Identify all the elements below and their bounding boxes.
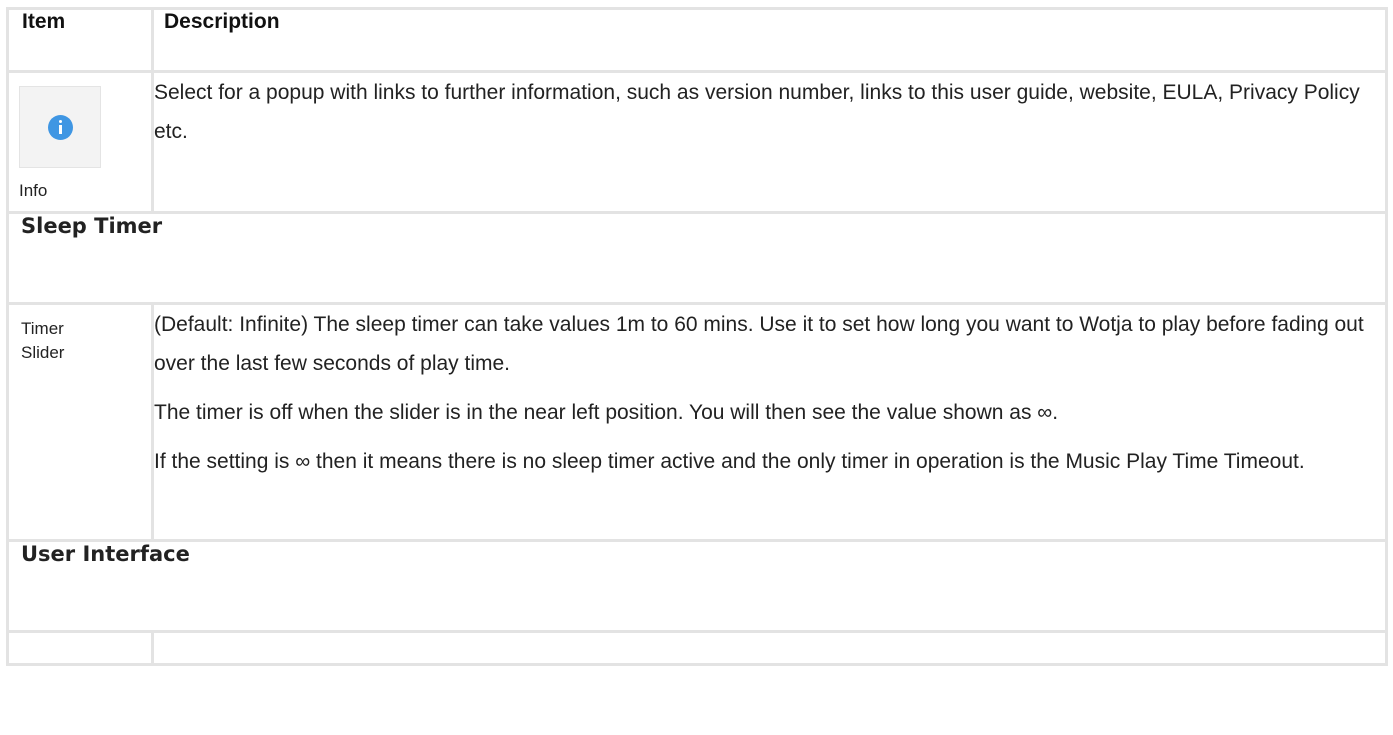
document-page: Item Description Info Select for a popup… [0, 0, 1393, 735]
section-title-sleep-timer: Sleep Timer [21, 214, 163, 238]
timer-paragraph-3: If the setting is ∞ then it means there … [154, 450, 1305, 473]
timer-slider-label: Timer Slider [21, 319, 65, 362]
header-item: Item [6, 7, 154, 73]
info-description-text: Select for a popup with links to further… [154, 81, 1360, 143]
info-button[interactable] [19, 86, 101, 168]
timer-paragraph-1: (Default: Infinite) The sleep timer can … [154, 313, 1364, 375]
settings-table: Item Description Info Select for a popup… [6, 7, 1388, 666]
table-header-row: Item Description [6, 7, 1388, 73]
table-row: Timer Slider (Default: Infinite) The sle… [6, 302, 1388, 542]
table-row: Info Select for a popup with links to fu… [6, 70, 1388, 214]
header-description: Description [151, 7, 1388, 73]
timer-description: (Default: Infinite) The sleep timer can … [151, 302, 1388, 542]
empty-item-cell [6, 630, 154, 666]
section-row-sleep-timer: Sleep Timer [6, 211, 1388, 305]
info-item-cell: Info [6, 70, 154, 214]
section-title-user-interface: User Interface [21, 542, 190, 566]
info-label: Info [19, 181, 48, 200]
section-row-user-interface: User Interface [6, 539, 1388, 633]
timer-item-cell: Timer Slider [6, 302, 154, 542]
info-circle-icon [48, 115, 73, 140]
table-row [6, 630, 1388, 666]
timer-paragraph-2: The timer is off when the slider is in t… [154, 401, 1059, 424]
empty-description-cell [151, 630, 1388, 666]
info-description: Select for a popup with links to further… [151, 70, 1388, 214]
